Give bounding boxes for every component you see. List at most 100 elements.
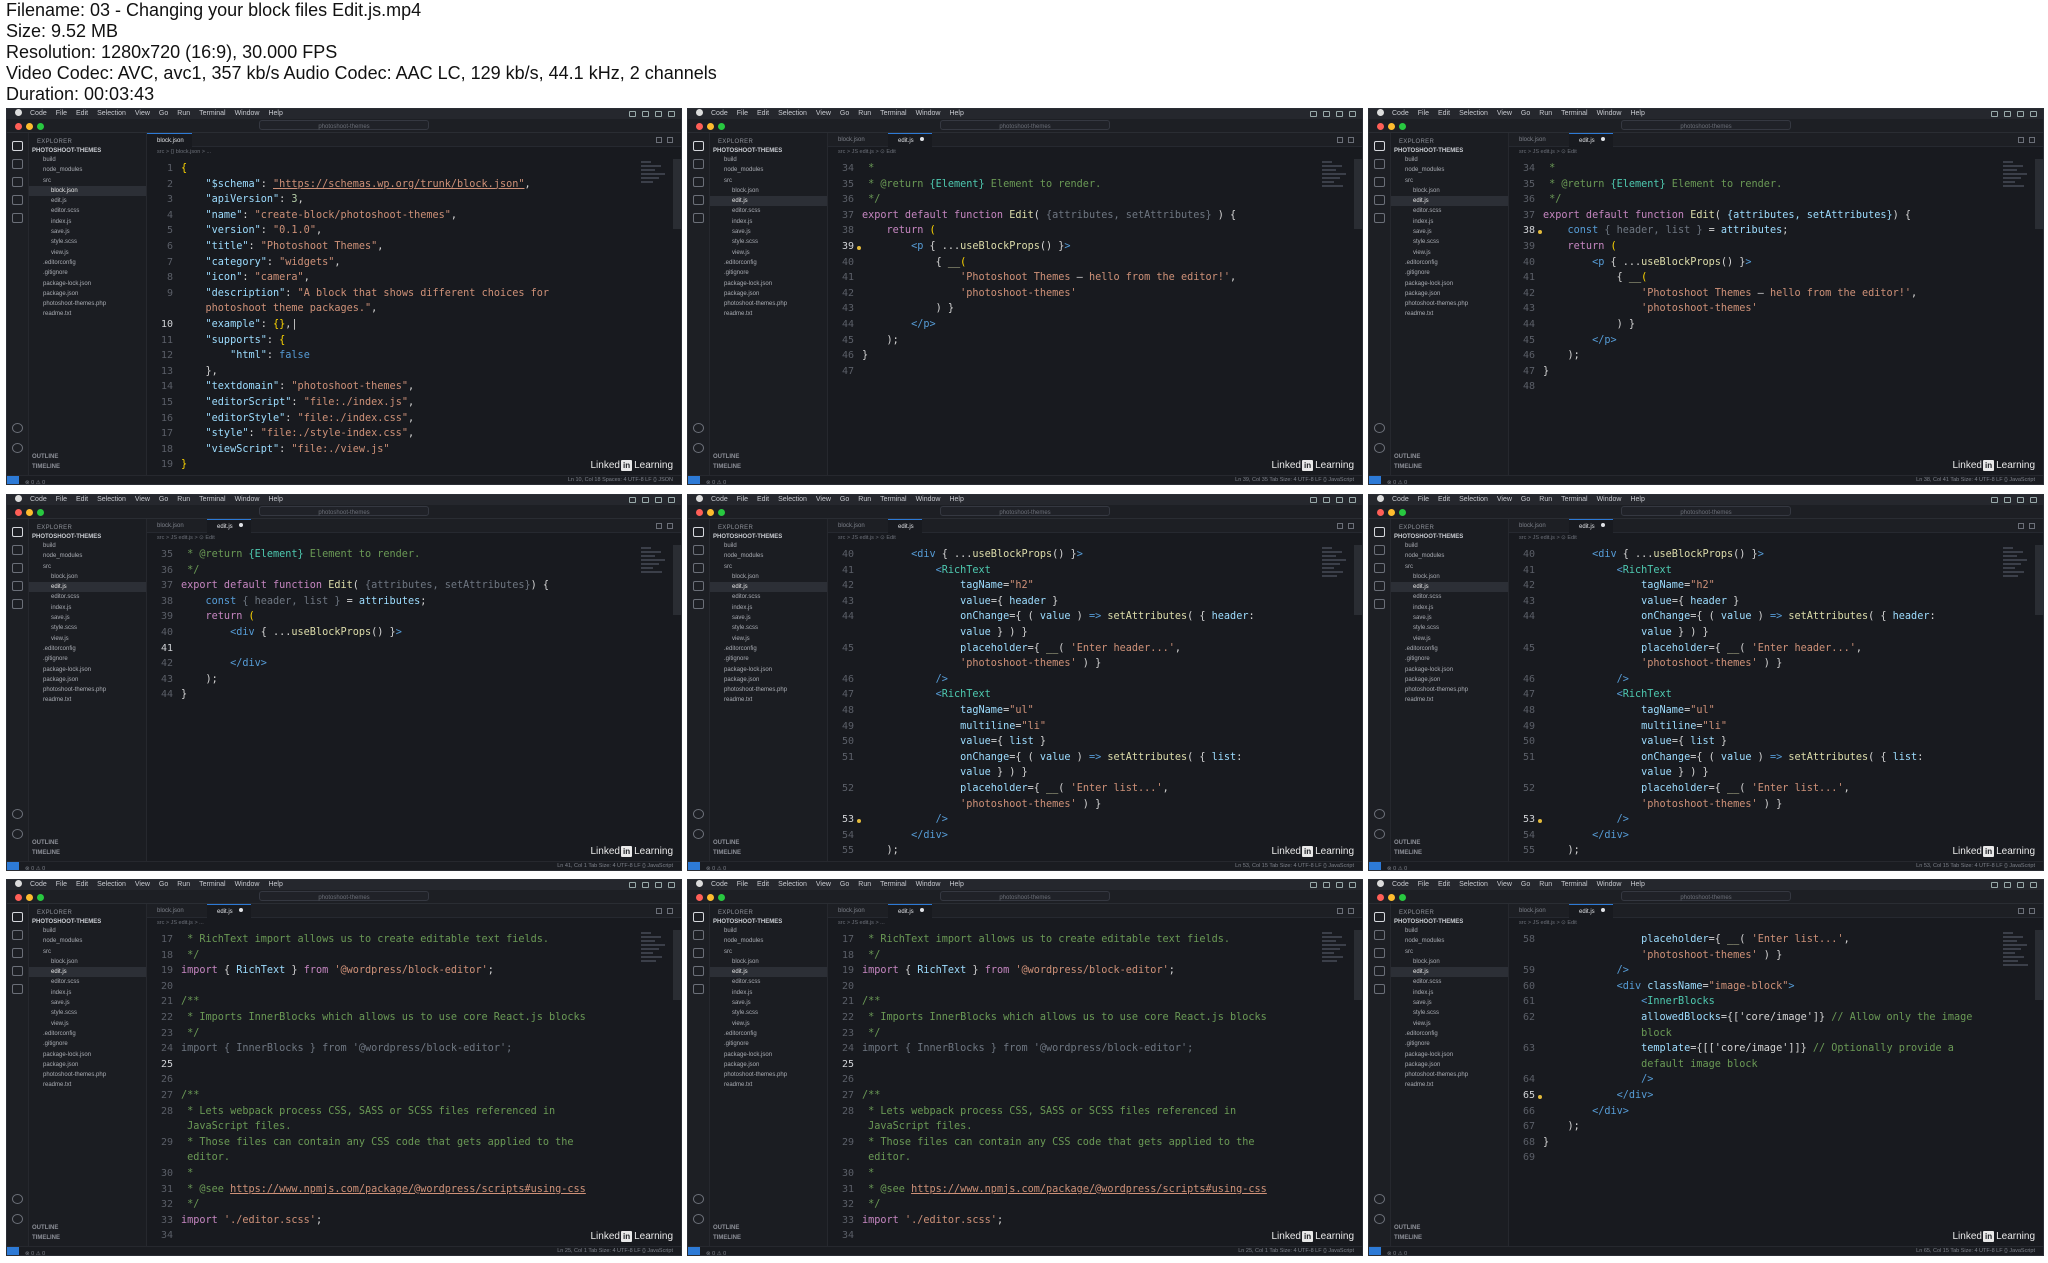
breadcrumb[interactable]: src > JS edit.js > ...: [828, 918, 1362, 928]
menu-go[interactable]: Go: [159, 496, 168, 503]
project-folder[interactable]: PHOTOSHOOT-THEMES: [1394, 919, 1463, 925]
tab-block-json[interactable]: block.json: [828, 519, 873, 533]
file-tree-item[interactable]: package-lock.json: [29, 279, 146, 289]
timeline-section[interactable]: TIMELINE: [713, 462, 741, 472]
file-tree-item[interactable]: node_modules: [1391, 936, 1508, 946]
file-tree-item[interactable]: editor.scss: [29, 977, 146, 987]
file-tree-item[interactable]: package-lock.json: [29, 665, 146, 675]
command-center-search[interactable]: photoshoot-themes: [940, 120, 1110, 130]
file-tree-item[interactable]: index.js: [710, 603, 827, 613]
editor-scrollbar[interactable]: [2035, 930, 2043, 1000]
tab-edit-js[interactable]: edit.js: [1569, 133, 1613, 147]
menu-window[interactable]: Window: [916, 496, 941, 503]
file-tree-item[interactable]: .editorconfig: [710, 258, 827, 268]
manage-gear-icon[interactable]: [12, 1214, 23, 1224]
file-tree-item[interactable]: style.scss: [29, 237, 146, 247]
cursor-position-info[interactable]: Ln 41, Col 1 Tab Size: 4 UTF-8 LF {} Jav…: [557, 862, 673, 870]
file-tree-item[interactable]: block.json: [710, 572, 827, 582]
explorer-icon[interactable]: [693, 141, 704, 151]
menu-view[interactable]: View: [816, 881, 831, 888]
menu-code[interactable]: Code: [30, 881, 47, 888]
editor-scrollbar[interactable]: [2035, 159, 2043, 229]
extensions-icon[interactable]: [12, 599, 23, 609]
file-tree-item[interactable]: style.scss: [29, 1008, 146, 1018]
menu-terminal[interactable]: Terminal: [880, 110, 906, 117]
file-tree-item[interactable]: src: [710, 562, 827, 572]
split-editor-icon[interactable]: [656, 137, 662, 143]
lightbulb-icon[interactable]: [1538, 230, 1542, 235]
file-tree-item[interactable]: view.js: [1391, 1019, 1508, 1029]
cursor-position-info[interactable]: Ln 25, Col 1 Tab Size: 4 UTF-8 LF {} Jav…: [557, 1247, 673, 1255]
file-tree-item[interactable]: style.scss: [29, 623, 146, 633]
file-tree-item[interactable]: save.js: [29, 613, 146, 623]
more-actions-icon[interactable]: [667, 908, 673, 914]
outline-section[interactable]: OUTLINE: [32, 452, 60, 462]
file-tree-item[interactable]: src: [1391, 947, 1508, 957]
tab-edit-js[interactable]: edit.js: [207, 904, 251, 918]
breadcrumb[interactable]: src > JS edit.js > ⊙ Edit: [1509, 147, 2043, 157]
menu-edit[interactable]: Edit: [76, 110, 88, 117]
file-tree-item[interactable]: .gitignore: [29, 1039, 146, 1049]
file-tree-item[interactable]: block.json: [1391, 186, 1508, 196]
menu-help[interactable]: Help: [949, 496, 963, 503]
explorer-icon[interactable]: [693, 527, 704, 537]
problems-count[interactable]: ⊗ 0 ⚠ 0: [25, 866, 45, 870]
menu-view[interactable]: View: [816, 496, 831, 503]
menu-help[interactable]: Help: [1630, 110, 1644, 117]
split-editor-icon[interactable]: [656, 908, 662, 914]
remote-indicator-icon[interactable]: [1369, 1247, 1381, 1255]
menu-code[interactable]: Code: [711, 496, 728, 503]
command-center-search[interactable]: photoshoot-themes: [940, 891, 1110, 901]
file-tree-item[interactable]: .gitignore: [710, 268, 827, 278]
file-tree-item[interactable]: view.js: [1391, 634, 1508, 644]
code-editor[interactable]: 34 * 35 * @return {Element} Element to re…: [828, 157, 1362, 475]
file-tree-item[interactable]: .editorconfig: [29, 258, 146, 268]
more-actions-icon[interactable]: [1348, 137, 1354, 143]
apple-icon[interactable]: [696, 880, 703, 887]
run-debug-icon[interactable]: [12, 581, 23, 591]
timeline-section[interactable]: TIMELINE: [713, 848, 741, 858]
file-tree-item[interactable]: view.js: [710, 1019, 827, 1029]
menu-window[interactable]: Window: [235, 110, 260, 117]
menu-edit[interactable]: Edit: [1438, 496, 1450, 503]
file-tree-item[interactable]: src: [1391, 562, 1508, 572]
menu-file[interactable]: File: [1418, 881, 1429, 888]
more-actions-icon[interactable]: [2029, 908, 2035, 914]
menu-terminal[interactable]: Terminal: [199, 496, 225, 503]
file-tree-item[interactable]: package.json: [29, 1060, 146, 1070]
project-folder[interactable]: PHOTOSHOOT-THEMES: [32, 919, 101, 925]
command-center-search[interactable]: photoshoot-themes: [259, 891, 429, 901]
more-actions-icon[interactable]: [667, 137, 673, 143]
menu-run[interactable]: Run: [858, 496, 871, 503]
menu-run[interactable]: Run: [177, 496, 190, 503]
file-tree-item[interactable]: edit.js: [1391, 582, 1508, 593]
file-tree-item[interactable]: package-lock.json: [1391, 1050, 1508, 1060]
apple-icon[interactable]: [15, 109, 22, 116]
file-tree-item[interactable]: save.js: [29, 998, 146, 1008]
file-tree-item[interactable]: block.json: [710, 186, 827, 196]
timeline-section[interactable]: TIMELINE: [1394, 462, 1422, 472]
file-tree-item[interactable]: style.scss: [710, 623, 827, 633]
file-tree-item[interactable]: .gitignore: [710, 1039, 827, 1049]
file-tree-item[interactable]: readme.txt: [29, 309, 146, 319]
problems-count[interactable]: ⊗ 0 ⚠ 0: [706, 1251, 726, 1255]
menu-go[interactable]: Go: [840, 110, 849, 117]
lightbulb-icon[interactable]: [857, 819, 861, 824]
file-tree-item[interactable]: editor.scss: [710, 592, 827, 602]
menu-window[interactable]: Window: [1597, 110, 1622, 117]
search-icon[interactable]: [693, 930, 704, 940]
file-tree-item[interactable]: save.js: [29, 227, 146, 237]
source-control-icon[interactable]: [693, 948, 704, 958]
file-tree-item[interactable]: package.json: [1391, 289, 1508, 299]
apple-icon[interactable]: [15, 495, 22, 502]
file-tree-item[interactable]: editor.scss: [29, 206, 146, 216]
extensions-icon[interactable]: [12, 213, 23, 223]
tab-edit-js[interactable]: edit.js: [207, 519, 251, 533]
breadcrumb[interactable]: src > JS edit.js > ⊙ Edit: [1509, 533, 2043, 543]
search-icon[interactable]: [12, 159, 23, 169]
menu-view[interactable]: View: [1497, 881, 1512, 888]
menu-help[interactable]: Help: [268, 110, 282, 117]
menu-terminal[interactable]: Terminal: [880, 881, 906, 888]
cursor-position-info[interactable]: Ln 38, Col 41 Tab Size: 4 UTF-8 LF {} Ja…: [1916, 476, 2035, 484]
file-tree-item[interactable]: edit.js: [710, 582, 827, 593]
